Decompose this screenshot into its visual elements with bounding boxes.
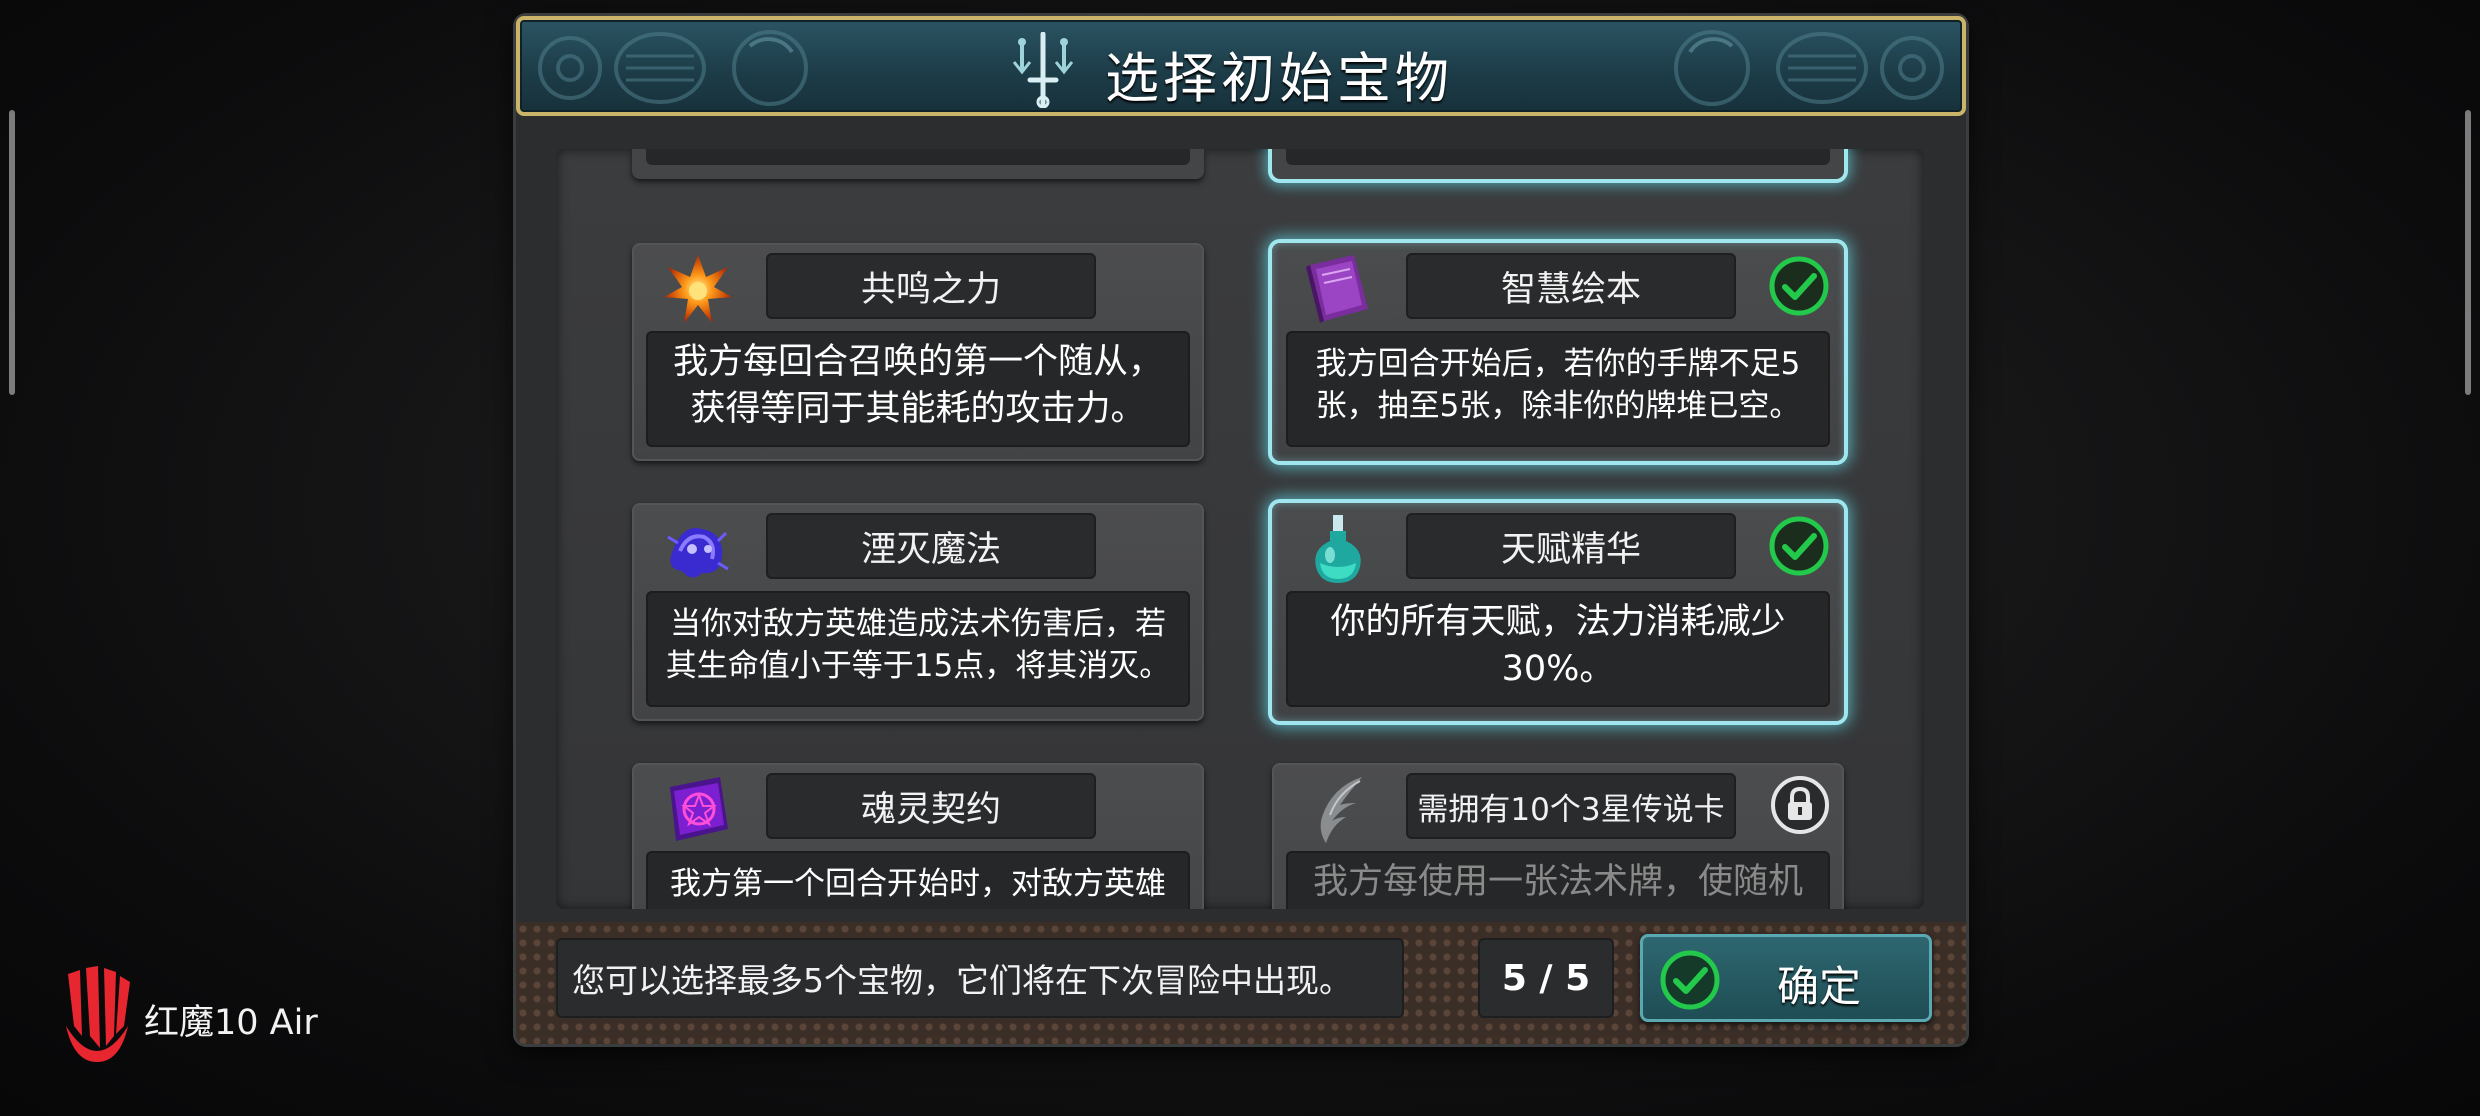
title-bar: 选择初始宝物 xyxy=(516,16,1966,116)
treasure-description: 我方第一个回合开始时，对敌方英雄造 xyxy=(646,851,1190,909)
dialog-title: 选择初始宝物 xyxy=(1105,47,1453,110)
dialog-footer: 您可以选择最多5个宝物，它们将在下次冒险中出现。 5 / 5 确定 xyxy=(516,922,1966,1044)
confirm-button[interactable]: 确定 xyxy=(1640,934,1932,1022)
treasure-card-partial-selected[interactable] xyxy=(1272,149,1844,179)
treasure-card-soul-contract[interactable]: 魂灵契约 我方第一个回合开始时，对敌方英雄造 xyxy=(632,763,1204,909)
device-watermark-text: 红魔10 Air xyxy=(144,1003,318,1043)
treasure-card-locked[interactable]: 需拥有10个3星传说卡 我方每使用一张法术牌，使随机 xyxy=(1272,763,1844,909)
treasure-description: 你的所有天赋，法力消耗减少30%。 xyxy=(1286,591,1830,707)
lock-icon xyxy=(1771,776,1829,834)
teal-potion-icon xyxy=(1315,515,1361,583)
selection-hint: 您可以选择最多5个宝物，它们将在下次冒险中出现。 xyxy=(556,938,1404,1018)
treasure-name: 智慧绘本 xyxy=(1406,253,1736,319)
treasure-name: 魂灵契约 xyxy=(766,773,1096,839)
silver-wing-icon xyxy=(1320,777,1362,843)
red-magic-logo-icon xyxy=(66,966,130,1062)
title-ornament-right-icon xyxy=(1674,30,1944,106)
treasure-name: 湮灭魔法 xyxy=(766,513,1096,579)
treasure-card-annihilation[interactable]: 湮灭魔法 当你对敌方英雄造成法术伤害后，若其生命值小于等于15点，将其消灭。 xyxy=(632,503,1204,721)
game-screen: 红魔10 Air 选择初始宝物 共鸣之力 我方每回合召唤的第一个随从，获得等同于… xyxy=(0,0,2480,1116)
blue-spirit-icon xyxy=(667,528,729,578)
left-edge-indicator xyxy=(9,110,15,395)
purple-book-icon xyxy=(1306,255,1368,323)
title-ornament-left-icon xyxy=(538,30,808,106)
treasure-card-wisdom-book[interactable]: 智慧绘本 我方回合开始后，若你的手牌不足5张，抽至5张，除非你的牌堆已空。 xyxy=(1272,243,1844,461)
treasure-description: 当你对敌方英雄造成法术伤害后，若其生命值小于等于15点，将其消灭。 xyxy=(646,591,1190,707)
sword-rune-icon xyxy=(1012,32,1074,108)
unlock-requirement: 需拥有10个3星传说卡 xyxy=(1406,773,1736,839)
selected-check-icon xyxy=(1769,256,1829,316)
treasure-name: 天赋精华 xyxy=(1406,513,1736,579)
right-edge-indicator xyxy=(2465,110,2471,395)
purple-scroll-icon xyxy=(670,777,728,841)
treasure-description: 我方每使用一张法术牌，使随机 xyxy=(1286,851,1830,909)
confirm-check-icon xyxy=(1660,950,1720,1010)
selected-check-icon xyxy=(1769,516,1829,576)
selection-count: 5 / 5 xyxy=(1478,938,1614,1018)
treasure-card-talent-essence[interactable]: 天赋精华 你的所有天赋，法力消耗减少30%。 xyxy=(1272,503,1844,721)
orange-burst-icon xyxy=(664,255,732,323)
device-watermark: 红魔10 Air xyxy=(60,960,340,1070)
treasure-description: 我方每回合召唤的第一个随从，获得等同于其能耗的攻击力。 xyxy=(646,331,1190,447)
treasure-card-resonance[interactable]: 共鸣之力 我方每回合召唤的第一个随从，获得等同于其能耗的攻击力。 xyxy=(632,243,1204,461)
treasure-card-partial[interactable] xyxy=(632,149,1204,179)
confirm-button-label: 确定 xyxy=(1777,962,1862,1011)
treasure-list-panel[interactable]: 共鸣之力 我方每回合召唤的第一个随从，获得等同于其能耗的攻击力。 智慧绘本 我方… xyxy=(556,149,1924,909)
treasure-description: 我方回合开始后，若你的手牌不足5张，抽至5张，除非你的牌堆已空。 xyxy=(1286,331,1830,447)
treasure-select-dialog: 选择初始宝物 共鸣之力 我方每回合召唤的第一个随从，获得等同于其能耗的攻击力。 xyxy=(516,16,1966,1044)
treasure-name: 共鸣之力 xyxy=(766,253,1096,319)
